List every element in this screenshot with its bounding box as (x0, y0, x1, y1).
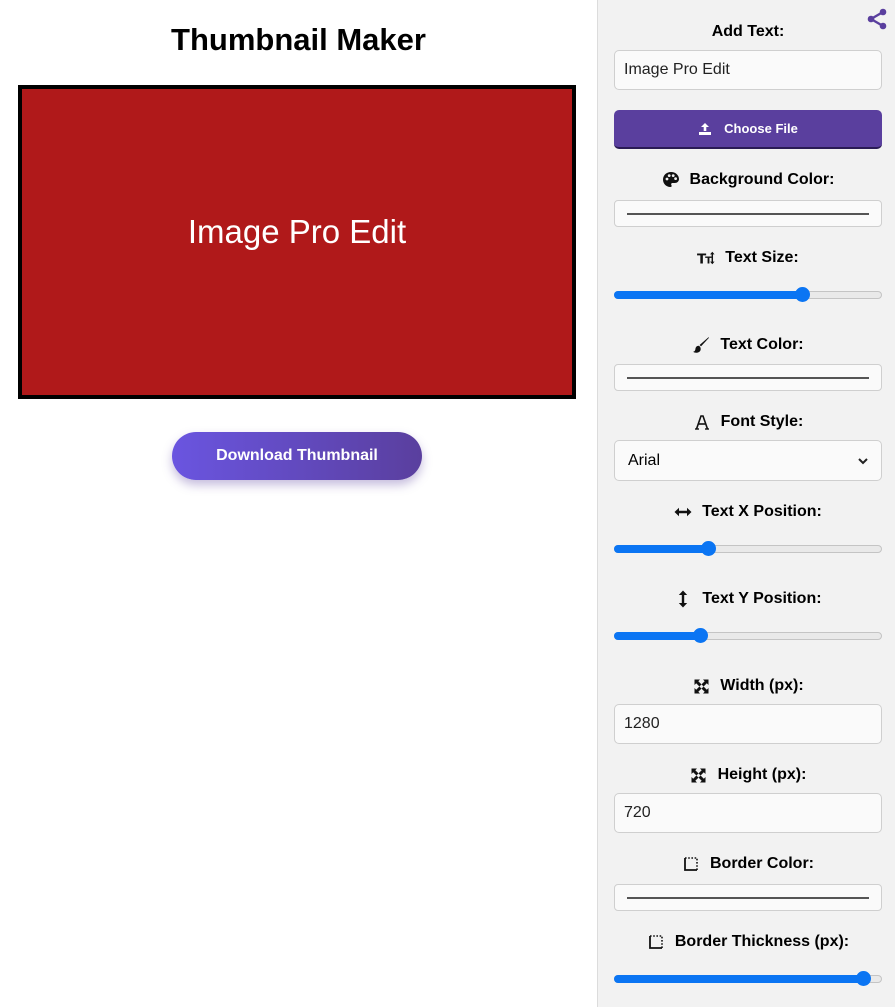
download-thumbnail-button[interactable]: Download Thumbnail (172, 432, 422, 480)
text-color-picker[interactable] (614, 364, 882, 391)
font-style-select[interactable]: Arial (614, 440, 882, 481)
text-size-icon: T T (697, 249, 715, 267)
slider-fill (614, 975, 863, 983)
canvas-text: Image Pro Edit (187, 213, 407, 250)
height-label: Height (px): (598, 765, 895, 785)
color-swatch (627, 213, 869, 215)
slider-thumb[interactable] (693, 628, 708, 643)
width-input[interactable]: 1280 (614, 704, 882, 744)
border-color-picker[interactable] (614, 884, 882, 911)
width-label: Width (px): (598, 676, 895, 696)
brush-icon (692, 336, 710, 354)
expand-icon (692, 677, 710, 695)
page-title: Thumbnail Maker (171, 22, 426, 57)
font-style-selected: Arial (628, 451, 661, 469)
chevron-down-icon (858, 457, 868, 464)
thumbnail-canvas: Image Pro Edit (18, 85, 576, 399)
height-input[interactable]: 720 (614, 793, 882, 833)
text-size-label: T T Text Size: (697, 249, 799, 267)
border-icon (682, 855, 700, 873)
background-color-picker[interactable] (614, 200, 882, 227)
font-icon (693, 413, 711, 431)
background-color-label: Background Color: (598, 170, 895, 190)
slider-thumb[interactable] (701, 541, 716, 556)
arrows-horizontal-icon (674, 503, 692, 521)
arrows-vertical-icon (674, 590, 692, 608)
choose-file-button[interactable]: Choose File (614, 110, 882, 149)
text-y-position-slider[interactable] (614, 627, 882, 643)
text-y-position-label: Text Y Position: (598, 589, 895, 609)
color-swatch (627, 897, 869, 899)
expand-icon (690, 766, 708, 784)
upload-icon (699, 122, 712, 135)
text-color-label: Text Color: (598, 335, 895, 355)
border-thickness-slider[interactable] (614, 970, 882, 986)
text-size-slider[interactable] (614, 286, 882, 302)
slider-fill (614, 545, 708, 553)
border-icon (647, 933, 665, 951)
text-x-position-label: Text X Position: (598, 502, 895, 522)
svg-text:T: T (705, 255, 712, 266)
border-thickness-label: Border Thickness (px): (598, 932, 895, 952)
slider-fill (614, 632, 700, 640)
slider-thumb[interactable] (856, 971, 871, 986)
border-color-label: Border Color: (598, 854, 895, 874)
font-style-label: Font Style: (598, 412, 895, 432)
controls-sidebar: Add Text: Image Pro Edit Choose File Bac… (597, 0, 895, 1007)
add-text-label: Add Text: (711, 23, 785, 40)
slider-fill (614, 291, 802, 299)
slider-thumb[interactable] (795, 287, 810, 302)
palette-icon (662, 171, 680, 189)
main-area: Thumbnail Maker Image Pro Edit Download … (0, 0, 597, 1007)
add-text-input[interactable]: Image Pro Edit (614, 50, 882, 90)
text-x-position-slider[interactable] (614, 540, 882, 556)
color-swatch (627, 377, 869, 379)
